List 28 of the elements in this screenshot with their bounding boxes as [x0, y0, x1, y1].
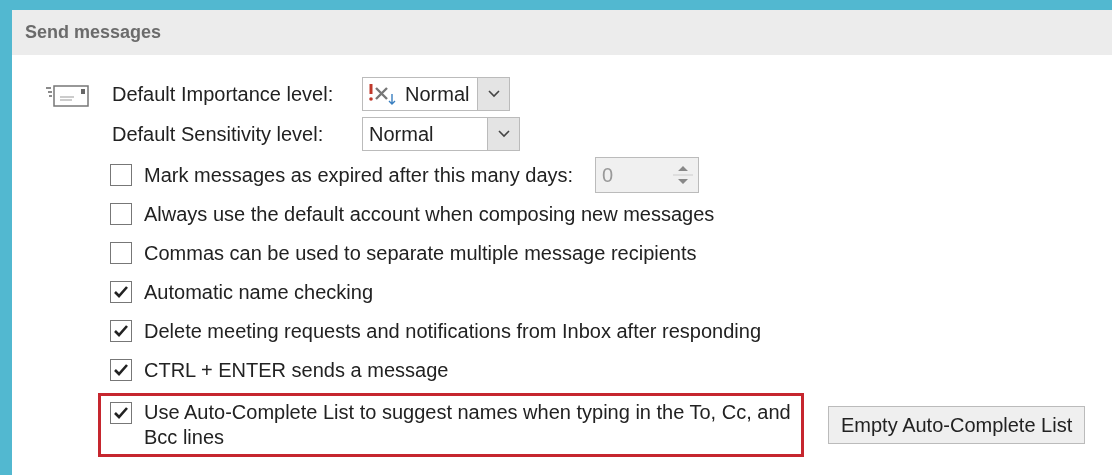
- checkbox[interactable]: [110, 402, 132, 424]
- dropdown-caret-icon: [497, 130, 510, 138]
- checkbox[interactable]: [110, 163, 132, 186]
- check-icon: [113, 406, 129, 420]
- envelope-icon: [46, 85, 90, 107]
- dropdown-caret-icon: [487, 90, 500, 98]
- option-label: Use Auto-Complete List to suggest names when typing in the To, Cc, and Bcc lines: [144, 400, 791, 450]
- option-label: Automatic name checking: [144, 279, 373, 305]
- sensitivity-label: Default Sensitivity level:: [112, 122, 325, 147]
- sensitivity-dropdown[interactable]: Normal: [362, 117, 520, 151]
- checkbox[interactable]: [110, 241, 132, 264]
- importance-label: Default Importance level:: [112, 82, 335, 107]
- option-label: Always use the default account when composing new messages: [144, 201, 715, 227]
- option-label: Mark messages as expired after this many days:: [144, 162, 574, 188]
- checkbox[interactable]: [110, 358, 132, 381]
- option-label: CTRL + ENTER sends a message: [144, 357, 449, 383]
- section-title: Send messages: [25, 21, 162, 44]
- importance-dropdown[interactable]: Normal: [362, 77, 511, 111]
- empty-list-button[interactable]: Empty Auto-Complete List: [828, 406, 1086, 444]
- check-icon: [113, 323, 129, 338]
- check-icon: [113, 362, 129, 377]
- check-icon: [113, 284, 129, 299]
- option-label: Commas can be used to separate multiple message recipients: [144, 240, 697, 266]
- checkbox[interactable]: [110, 280, 132, 303]
- option-label: Delete meeting requests and notifications from Inbox after responding: [144, 318, 762, 344]
- importance-icon: [367, 82, 397, 106]
- checkbox[interactable]: [110, 319, 132, 342]
- checkbox[interactable]: [110, 202, 132, 225]
